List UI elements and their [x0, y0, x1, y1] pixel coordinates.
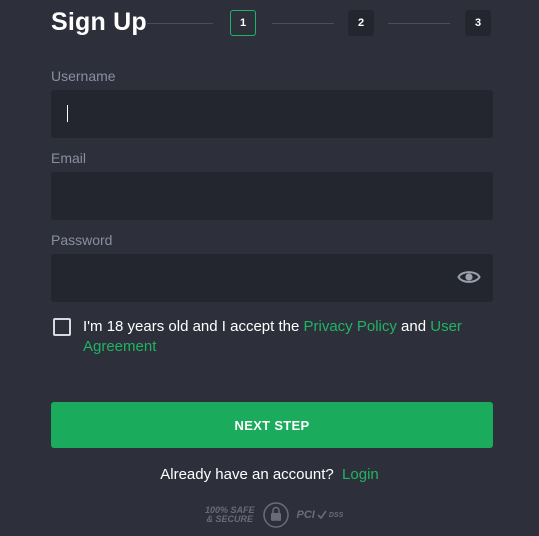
username-label: Username: [51, 68, 116, 84]
signup-header: Sign Up 1 2 3: [51, 6, 493, 42]
next-step-button[interactable]: NEXT STEP: [51, 402, 493, 448]
checkmark-icon: [317, 510, 327, 520]
page-title: Sign Up: [51, 8, 147, 36]
step-connector: [388, 23, 450, 24]
safe-secure-badge: 100% SAFE & SECURE: [205, 506, 255, 524]
login-link[interactable]: Login: [342, 466, 379, 483]
agreement-text-before: I'm 18 years old and I accept the: [83, 318, 304, 335]
step-2-indicator: 2: [348, 10, 374, 36]
dss-label: DSS: [328, 511, 344, 519]
privacy-policy-link[interactable]: Privacy Policy: [304, 318, 397, 335]
email-label: Email: [51, 150, 87, 166]
ssl-label: SSL: [269, 521, 282, 527]
agreement-text: I'm 18 years old and I accept the Privac…: [83, 317, 493, 357]
text-caret: [67, 105, 68, 122]
agreement-text-middle: and: [396, 318, 431, 335]
username-input[interactable]: [51, 90, 493, 138]
ssl-lock-badge: SSL: [262, 502, 289, 528]
step-3-indicator: 3: [465, 10, 491, 36]
pci-label: PCI: [296, 508, 315, 521]
password-label: Password: [51, 232, 113, 248]
step-connector: [147, 23, 213, 24]
pci-dss-badge: PCI DSS: [296, 508, 344, 521]
password-input[interactable]: [51, 254, 493, 302]
safe-badge-line2: & SECURE: [206, 514, 254, 524]
security-badges: 100% SAFE & SECURE SSL PCI DSS: [205, 500, 343, 530]
eye-icon[interactable]: [457, 267, 481, 287]
step-connector: [272, 23, 334, 24]
login-prompt-text: Already have an account?: [160, 466, 334, 483]
email-input[interactable]: [51, 172, 493, 220]
login-prompt-row: Already have an account? Login: [0, 466, 539, 483]
step-1-indicator: 1: [230, 10, 256, 36]
age-agreement-checkbox[interactable]: [53, 318, 71, 336]
